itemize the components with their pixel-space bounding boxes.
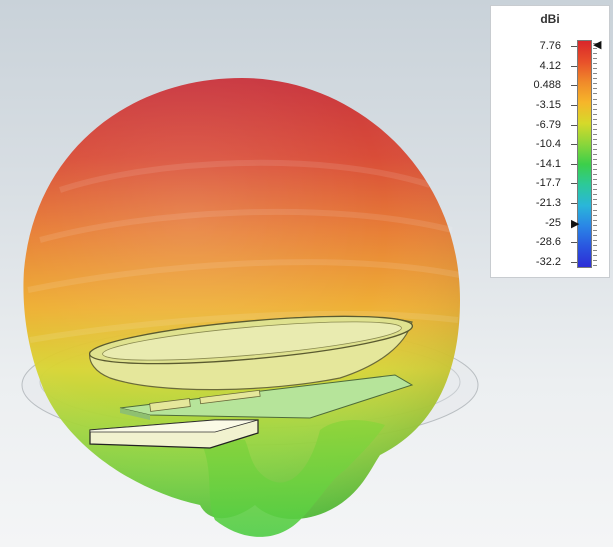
legend-minor-tick: [593, 154, 597, 155]
legend-minor-tick: [593, 93, 597, 95]
legend-minor-tick: [593, 214, 597, 216]
legend-minor-tick: [593, 88, 597, 90]
legend-minor-tick: [593, 123, 597, 125]
legend-tick-mark: [571, 163, 577, 165]
legend-tick-mark: [571, 262, 577, 263]
legend-minor-tick: [593, 204, 597, 206]
color-legend: dBi 7.76 4.12 0.488 -3.15 -6.79 -10.4 -14.1 -17…: [490, 5, 610, 278]
legend-minor-tick: [593, 83, 597, 85]
legend-minor-tick: [593, 219, 597, 221]
3d-viewport[interactable]: dBi 7.76 4.12 0.488 -3.15 -6.79 -10.4 -14.1 -17…: [0, 0, 613, 547]
legend-tick-label: -17.7: [535, 177, 561, 190]
legend-minor-tick: [593, 113, 597, 115]
legend-minor-tick: [593, 184, 597, 186]
legend-minor-tick: [593, 78, 597, 80]
legend-minor-tick: [593, 244, 597, 246]
legend-minor-tick: [593, 148, 597, 150]
legend-tick-label: 7.76: [539, 40, 561, 52]
legend-minor-tick: [593, 265, 597, 266]
legend-minor-tick: [593, 189, 597, 191]
legend-tick-label: -25: [545, 216, 561, 229]
legend-minor-tick: [593, 164, 597, 166]
legend-tick-mark: [571, 65, 577, 67]
legend-minor-tick: [593, 179, 597, 181]
legend-minor-tick: [593, 108, 597, 110]
legend-tick-mark: [571, 203, 577, 205]
legend-tick-label: -6.79: [535, 118, 561, 131]
legend-tick-label: -3.15: [535, 98, 561, 111]
legend-minor-tick: [593, 58, 597, 60]
min-marker-icon: ▶: [571, 218, 580, 230]
legend-colorbar: [577, 40, 592, 268]
legend-minor-tick: [593, 138, 597, 140]
legend-minor-tick: [593, 118, 597, 120]
legend-minor-tick: [593, 194, 597, 196]
legend-minor-tick: [593, 249, 597, 251]
legend-unit-label: dBi: [540, 12, 560, 26]
legend-minor-tick: [593, 209, 597, 211]
legend-tick-mark: [571, 144, 577, 146]
legend-minor-tick: [593, 103, 597, 105]
legend-minor-tick: [593, 254, 597, 256]
legend-tick-label: -14.1: [535, 157, 561, 170]
legend-minor-tick: [593, 143, 597, 145]
legend-tick-label: 0.488: [533, 79, 561, 92]
legend-tick-mark: [571, 183, 577, 185]
legend-minor-tick: [593, 224, 597, 226]
legend-minor-tick: [593, 63, 597, 65]
legend-minor-tick: [593, 259, 597, 261]
legend-tick-label: 4.12: [539, 59, 561, 72]
legend-minor-tick: [593, 159, 597, 161]
legend-tick-mark: [571, 85, 577, 87]
legend-minor-tick: [593, 68, 597, 70]
legend-minor-tick: [593, 53, 597, 55]
legend-minor-tick: [593, 174, 597, 176]
legend-tick-label: -10.4: [535, 138, 561, 151]
legend-tick-mark: [571, 242, 577, 244]
legend-tick-mark: [571, 46, 577, 47]
legend-minor-tick: [593, 73, 597, 75]
legend-minor-tick: [593, 98, 597, 100]
legend-minor-tick: [593, 169, 597, 171]
legend-minor-tick: [593, 239, 597, 241]
legend-minor-tick: [593, 199, 597, 201]
max-marker-icon: ◀: [593, 39, 602, 51]
legend-tick-label: -32.2: [535, 256, 561, 268]
legend-tick-mark: [571, 124, 577, 126]
legend-minor-tick: [593, 234, 597, 236]
legend-minor-tick: [593, 128, 597, 130]
legend-minor-tick: [593, 229, 597, 231]
legend-minor-tick: [593, 133, 597, 135]
legend-tick-mark: [571, 104, 577, 106]
legend-tick-label: -28.6: [535, 236, 561, 249]
legend-tick-label: -21.3: [535, 197, 561, 210]
